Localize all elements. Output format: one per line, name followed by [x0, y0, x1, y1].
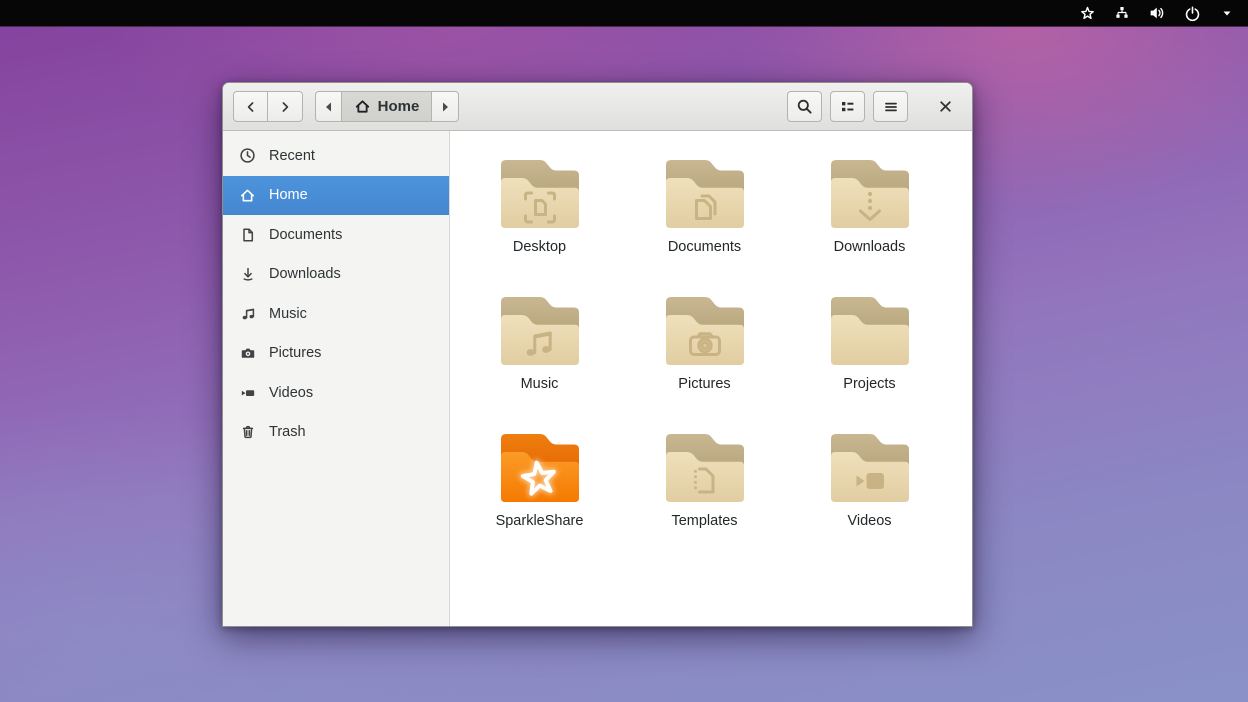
pictures-icon [239, 345, 256, 362]
file-name: Videos [847, 513, 891, 529]
folder-icon [826, 154, 914, 230]
file-name: SparkleShare [496, 513, 584, 529]
back-icon [243, 99, 259, 115]
search-icon [796, 98, 813, 115]
sidebar-item-label: Documents [269, 227, 342, 243]
downloads-icon [239, 266, 256, 283]
folder-icon [496, 154, 584, 230]
search-button[interactable] [787, 91, 822, 122]
sidebar-item-downloads[interactable]: Downloads [223, 255, 449, 295]
list-view-icon [839, 98, 856, 115]
file-item-desktop[interactable]: Desktop [457, 154, 622, 291]
path-location-label: Home [378, 98, 420, 115]
sidebar-item-label: Home [269, 187, 308, 203]
file-name: Desktop [513, 239, 566, 255]
sidebar-item-documents[interactable]: Documents [223, 215, 449, 255]
sidebar-item-videos[interactable]: Videos [223, 373, 449, 413]
sidebar-item-label: Recent [269, 148, 315, 164]
folder-icon [826, 428, 914, 504]
power-icon[interactable] [1183, 4, 1201, 22]
videos-icon [239, 384, 256, 401]
path-bar: Home [315, 91, 459, 122]
file-item-projects[interactable]: Projects [787, 291, 952, 428]
sidebar-item-music[interactable]: Music [223, 294, 449, 334]
close-button[interactable] [928, 90, 962, 124]
files-window: Home [222, 82, 973, 627]
close-icon [938, 99, 953, 114]
sidebar-item-label: Pictures [269, 345, 321, 361]
sidebar-item-label: Music [269, 306, 307, 322]
file-name: Music [521, 376, 559, 392]
view-list-button[interactable] [830, 91, 865, 122]
file-item-sparkleshare[interactable]: SparkleShare [457, 428, 622, 565]
caret-down-icon[interactable] [1218, 4, 1236, 22]
file-item-downloads[interactable]: Downloads [787, 154, 952, 291]
hamburger-menu-icon [883, 99, 899, 115]
folder-icon [661, 154, 749, 230]
menu-button[interactable] [873, 91, 908, 122]
path-segment-home[interactable]: Home [342, 91, 432, 122]
file-name: Downloads [834, 239, 906, 255]
file-item-music[interactable]: Music [457, 291, 622, 428]
file-name: Projects [843, 376, 895, 392]
path-scroll-right-button[interactable] [432, 91, 459, 122]
file-item-templates[interactable]: Templates [622, 428, 787, 565]
file-view[interactable]: Desktop Documents [450, 131, 972, 626]
history-nav [233, 91, 303, 122]
forward-icon [277, 99, 293, 115]
volume-icon[interactable] [1148, 4, 1166, 22]
sidebar-item-recent[interactable]: Recent [223, 136, 449, 176]
titlebar-actions [787, 90, 962, 124]
triangle-right-icon [441, 101, 450, 113]
file-name: Documents [668, 239, 741, 255]
network-icon[interactable] [1113, 4, 1131, 22]
file-item-videos[interactable]: Videos [787, 428, 952, 565]
favorites-star-icon[interactable] [1078, 4, 1096, 22]
folder-icon [826, 291, 914, 367]
sidebar: Recent Home Documents [223, 131, 450, 626]
folder-icon-sparkleshare [496, 428, 584, 504]
file-item-pictures[interactable]: Pictures [622, 291, 787, 428]
home-icon [239, 187, 256, 204]
sidebar-item-label: Videos [269, 385, 313, 401]
titlebar[interactable]: Home [223, 83, 972, 131]
file-item-documents[interactable]: Documents [622, 154, 787, 291]
file-name: Pictures [678, 376, 730, 392]
sidebar-item-label: Trash [269, 424, 306, 440]
sidebar-item-label: Downloads [269, 266, 341, 282]
home-icon [354, 98, 371, 115]
folder-icon [661, 291, 749, 367]
back-button[interactable] [233, 91, 268, 122]
forward-button[interactable] [268, 91, 303, 122]
path-scroll-left-button[interactable] [315, 91, 342, 122]
music-icon [239, 305, 256, 322]
sidebar-item-trash[interactable]: Trash [223, 413, 449, 453]
window-body: Recent Home Documents [223, 131, 972, 626]
icon-grid: Desktop Documents [457, 154, 972, 565]
folder-icon [496, 291, 584, 367]
triangle-left-icon [324, 101, 333, 113]
folder-icon [661, 428, 749, 504]
sidebar-item-home[interactable]: Home [223, 176, 449, 216]
trash-icon [239, 424, 256, 441]
file-name: Templates [671, 513, 737, 529]
sidebar-item-pictures[interactable]: Pictures [223, 334, 449, 374]
recent-icon [239, 147, 256, 164]
documents-icon [239, 226, 256, 243]
top-panel [0, 0, 1248, 27]
